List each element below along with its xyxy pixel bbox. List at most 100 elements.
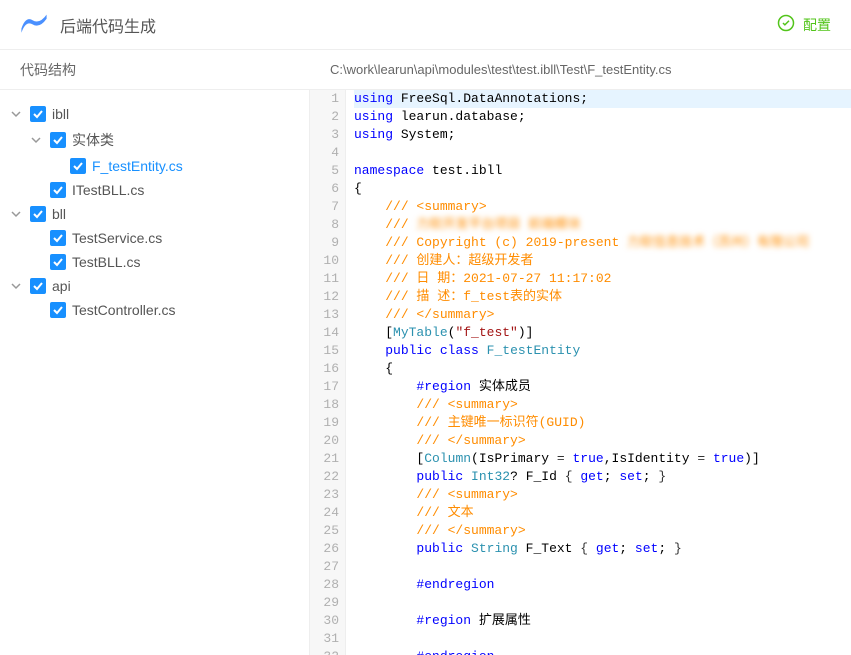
checkbox[interactable]: [30, 206, 46, 222]
tree-node[interactable]: F_testEntity.cs: [8, 154, 301, 178]
line-number: 32: [310, 648, 339, 655]
tree-label: api: [52, 278, 71, 294]
tree-label: F_testEntity.cs: [92, 158, 183, 174]
checkbox[interactable]: [50, 182, 66, 198]
code-line[interactable]: public Int32? F_Id { get; set; }: [354, 468, 851, 486]
tree-node[interactable]: ITestBLL.cs: [8, 178, 301, 202]
code-line[interactable]: /// <summary>: [354, 486, 851, 504]
subheader: 代码结构 C:\work\learun\api\modules\test\tes…: [0, 50, 851, 90]
code-line[interactable]: /// </summary>: [354, 522, 851, 540]
page-title: 后端代码生成: [60, 13, 156, 37]
tree-arrow-icon: [28, 182, 44, 198]
code-line[interactable]: #region 扩展属性: [354, 612, 851, 630]
checkbox[interactable]: [50, 132, 66, 148]
code-line[interactable]: /// </summary>: [354, 306, 851, 324]
code-line[interactable]: /// </summary>: [354, 432, 851, 450]
code-line[interactable]: #endregion: [354, 648, 851, 655]
line-number: 26: [310, 540, 339, 558]
line-number: 17: [310, 378, 339, 396]
check-circle-icon: [777, 14, 795, 35]
line-number: 9: [310, 234, 339, 252]
line-number: 23: [310, 486, 339, 504]
checkbox[interactable]: [50, 230, 66, 246]
code-line[interactable]: {: [354, 180, 851, 198]
code-line[interactable]: /// Copyright (c) 2019-present 力软信息技术（苏州…: [354, 234, 851, 252]
code-line[interactable]: /// <summary>: [354, 198, 851, 216]
tree-node[interactable]: TestBLL.cs: [8, 250, 301, 274]
line-number: 24: [310, 504, 339, 522]
code-line[interactable]: /// 力软开发平台项目 前端模块: [354, 216, 851, 234]
code-line[interactable]: #endregion: [354, 576, 851, 594]
code-line[interactable]: /// 描 述：f_test表的实体: [354, 288, 851, 306]
code-line[interactable]: {: [354, 360, 851, 378]
line-number: 4: [310, 144, 339, 162]
tree-node[interactable]: TestController.cs: [8, 298, 301, 322]
code-area[interactable]: using FreeSql.DataAnnotations;using lear…: [346, 90, 851, 655]
line-number: 29: [310, 594, 339, 612]
checkbox[interactable]: [50, 302, 66, 318]
line-number: 20: [310, 432, 339, 450]
code-line[interactable]: [354, 144, 851, 162]
header-left: 后端代码生成: [20, 13, 156, 37]
tree-arrow-icon[interactable]: [8, 278, 24, 294]
tree-label: bll: [52, 206, 66, 222]
line-number: 22: [310, 468, 339, 486]
checkbox[interactable]: [50, 254, 66, 270]
code-editor[interactable]: 1234567891011121314151617181920212223242…: [310, 90, 851, 655]
line-number: 1: [310, 90, 339, 108]
tree-arrow-icon: [28, 254, 44, 270]
checkbox[interactable]: [30, 106, 46, 122]
code-line[interactable]: using System;: [354, 126, 851, 144]
tree-arrow-icon[interactable]: [8, 106, 24, 122]
line-number: 18: [310, 396, 339, 414]
code-line[interactable]: [MyTable("f_test")]: [354, 324, 851, 342]
code-line[interactable]: #region 实体成员: [354, 378, 851, 396]
tree-arrow-icon: [28, 230, 44, 246]
tree-node[interactable]: ibll: [8, 102, 301, 126]
checkbox[interactable]: [30, 278, 46, 294]
line-number: 12: [310, 288, 339, 306]
code-line[interactable]: namespace test.ibll: [354, 162, 851, 180]
line-number: 27: [310, 558, 339, 576]
config-button[interactable]: 配置: [777, 14, 831, 35]
line-number: 30: [310, 612, 339, 630]
code-line[interactable]: /// <summary>: [354, 396, 851, 414]
line-number: 21: [310, 450, 339, 468]
file-path: C:\work\learun\api\modules\test\test.ibl…: [310, 50, 851, 89]
code-line[interactable]: public class F_testEntity: [354, 342, 851, 360]
code-line[interactable]: [354, 594, 851, 612]
code-line[interactable]: [354, 558, 851, 576]
code-line[interactable]: /// 创建人：超级开发者: [354, 252, 851, 270]
tree-node[interactable]: 实体类: [8, 126, 301, 154]
tree-label: ibll: [52, 106, 69, 122]
code-line[interactable]: /// 文本: [354, 504, 851, 522]
line-number: 25: [310, 522, 339, 540]
tree-arrow-icon[interactable]: [28, 132, 44, 148]
line-gutter: 1234567891011121314151617181920212223242…: [310, 90, 346, 655]
tree-node[interactable]: bll: [8, 202, 301, 226]
line-number: 3: [310, 126, 339, 144]
tree-label: TestService.cs: [72, 230, 162, 246]
tree-label: TestBLL.cs: [72, 254, 140, 270]
line-number: 28: [310, 576, 339, 594]
config-label: 配置: [803, 15, 831, 35]
tree-arrow-icon[interactable]: [8, 206, 24, 222]
code-line[interactable]: using FreeSql.DataAnnotations;: [354, 90, 851, 108]
line-number: 7: [310, 198, 339, 216]
code-line[interactable]: /// 主键唯一标识符(GUID): [354, 414, 851, 432]
tree-node[interactable]: api: [8, 274, 301, 298]
tree-label: 实体类: [72, 130, 114, 150]
code-line[interactable]: /// 日 期：2021-07-27 11:17:02: [354, 270, 851, 288]
line-number: 31: [310, 630, 339, 648]
line-number: 5: [310, 162, 339, 180]
code-line[interactable]: public String F_Text { get; set; }: [354, 540, 851, 558]
checkbox[interactable]: [70, 158, 86, 174]
code-line[interactable]: [Column(IsPrimary = true,IsIdentity = tr…: [354, 450, 851, 468]
code-line[interactable]: [354, 630, 851, 648]
main: ibll实体类 F_testEntity.cs ITestBLL.cs bll Test…: [0, 90, 851, 655]
tree-label: TestController.cs: [72, 302, 175, 318]
tree-node[interactable]: TestService.cs: [8, 226, 301, 250]
sidebar-tree: ibll实体类 F_testEntity.cs ITestBLL.cs bll Test…: [0, 90, 310, 655]
code-line[interactable]: using learun.database;: [354, 108, 851, 126]
line-number: 6: [310, 180, 339, 198]
